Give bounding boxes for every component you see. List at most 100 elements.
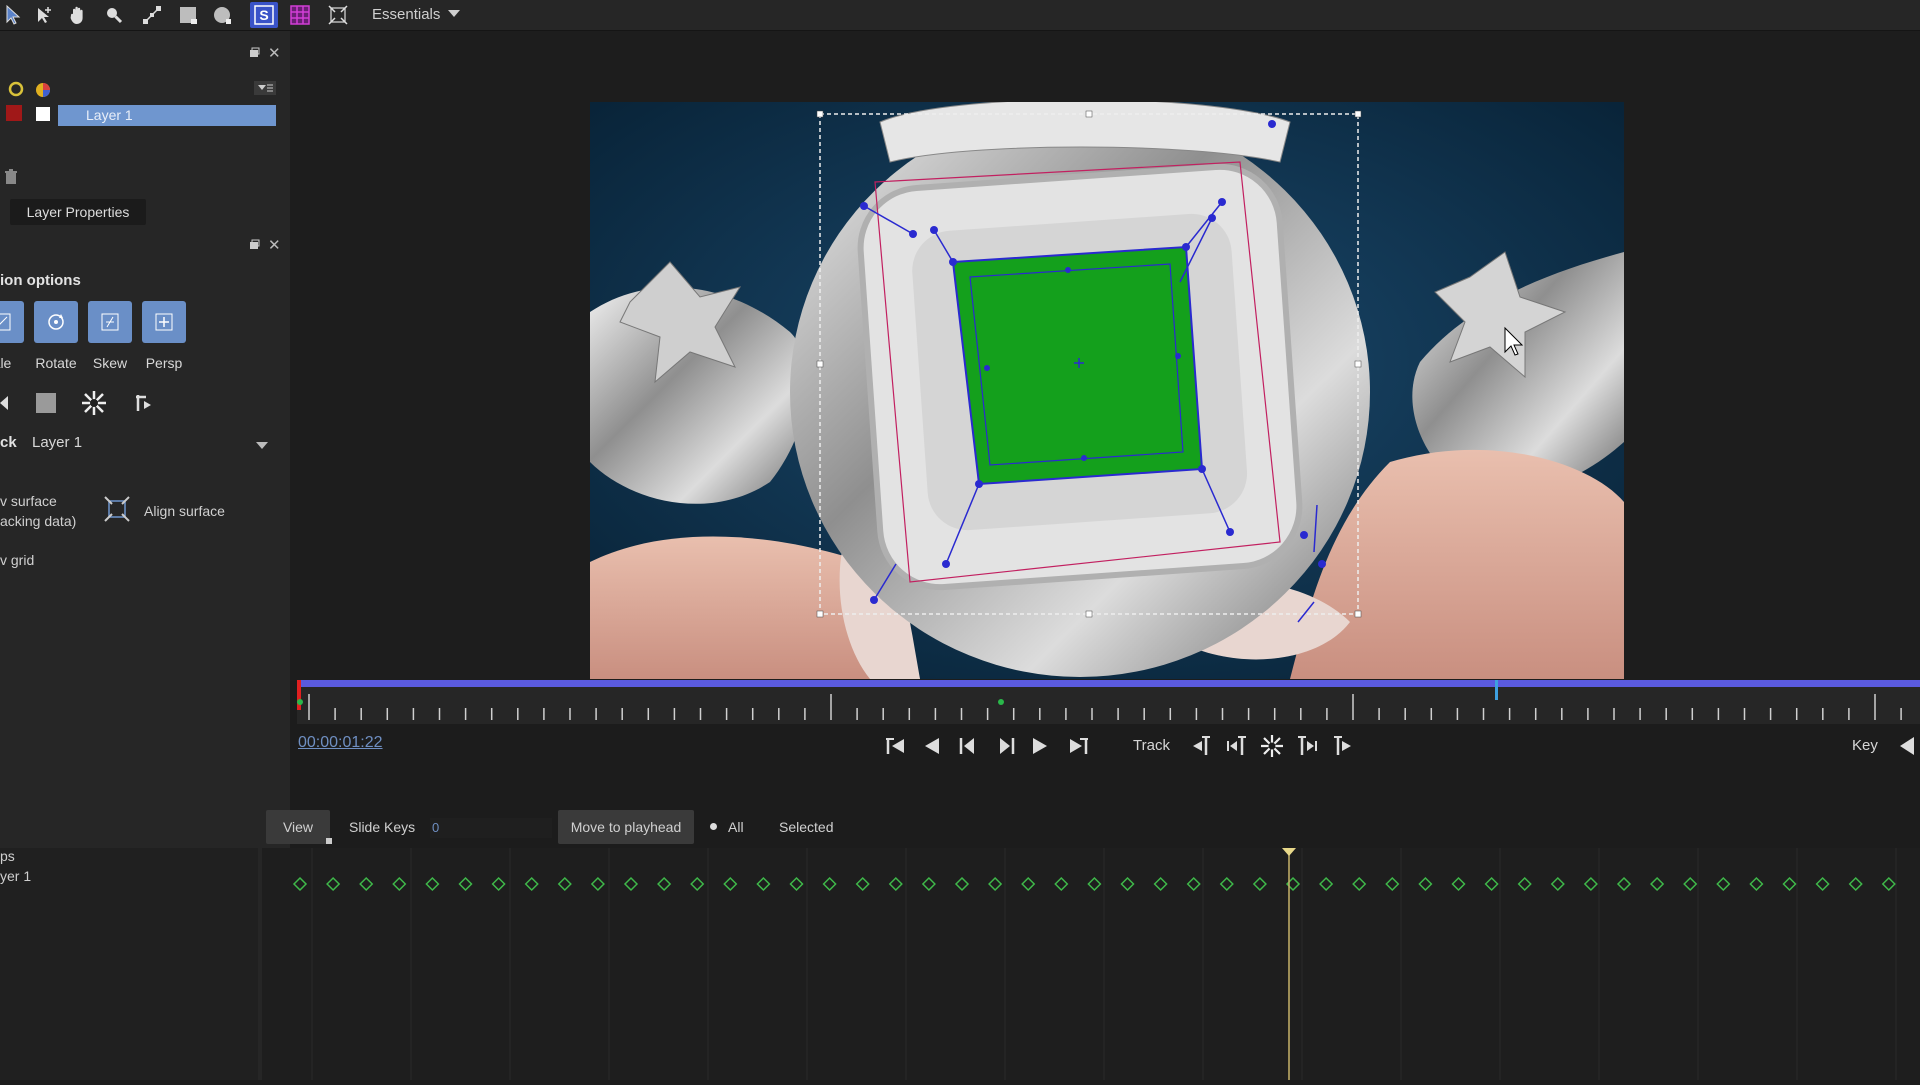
keyframe-diamond (1319, 876, 1334, 892)
skew-button[interactable] (88, 301, 132, 343)
keyframe-diamond (1120, 876, 1135, 892)
circle-icon[interactable] (208, 2, 236, 28)
list-item[interactable]: yer 1 (0, 868, 31, 884)
selected-label[interactable]: Selected (779, 810, 833, 844)
track-both-icon[interactable] (1258, 732, 1286, 760)
keyframe-diamond (392, 876, 407, 892)
rectangle-icon[interactable] (174, 2, 202, 28)
layer-white-swatch[interactable] (36, 107, 50, 121)
keyframe-diamond (1749, 876, 1764, 892)
play-backward-icon[interactable] (918, 732, 946, 760)
keyframe-diamond (822, 876, 837, 892)
step-backward-icon[interactable] (954, 732, 982, 760)
rotate-button[interactable] (34, 301, 78, 343)
show-surface-line-2: acking data) (0, 513, 77, 529)
align-surface-icon[interactable] (102, 494, 132, 524)
keyframe-diamond (921, 876, 936, 892)
keyframe-diamond (1021, 876, 1036, 892)
play-icon[interactable] (1026, 732, 1054, 760)
previous-key-icon[interactable] (1892, 732, 1920, 760)
visibility-toggle-icon[interactable] (8, 81, 24, 102)
hand-pan-icon[interactable] (64, 2, 92, 28)
keyframe-diamond (292, 876, 308, 892)
layer-name: Layer 1 (86, 107, 133, 123)
keyframe-diamond (1683, 876, 1698, 892)
track-step-backward-icon[interactable] (1222, 732, 1250, 760)
close-icon[interactable]: ✕ (268, 44, 281, 62)
track-layer-select[interactable]: Layer 1 (32, 434, 82, 451)
keyframe-diamond (1054, 876, 1069, 892)
undock-icon[interactable] (248, 47, 260, 62)
align-surface-label[interactable]: Align surface (144, 501, 225, 521)
trash-icon[interactable] (4, 169, 18, 190)
layer-row[interactable]: Layer 1 (58, 105, 276, 126)
show-grid-label[interactable]: v grid (0, 550, 34, 570)
go-to-end-icon[interactable] (1064, 732, 1092, 760)
all-radio[interactable] (710, 823, 717, 830)
scale-button[interactable] (0, 301, 24, 343)
panel-menu-icon[interactable] (254, 81, 276, 100)
layer-properties-tab[interactable]: Layer Properties (10, 199, 146, 225)
keyframe-diamond (789, 876, 804, 892)
arrow-select-icon[interactable] (0, 2, 28, 28)
mirror-icon[interactable] (0, 389, 18, 417)
track-backward-icon[interactable] (1186, 732, 1214, 760)
video-canvas[interactable] (590, 102, 1624, 679)
move-to-playhead-button[interactable]: Move to playhead (558, 810, 694, 844)
track-burst-icon[interactable] (80, 389, 108, 417)
track-label: Track (1133, 737, 1170, 754)
show-surface-line-1: v surface (0, 493, 57, 509)
playhead-marker[interactable] (1282, 848, 1296, 856)
zoom-icon[interactable] (100, 2, 128, 28)
keyframe-diamond (359, 876, 374, 892)
list-item[interactable]: ps (0, 848, 15, 864)
workspace-selector-label[interactable]: Essentials (372, 6, 440, 23)
layer-color-swatch[interactable] (6, 105, 22, 121)
track-forward-icon[interactable] (130, 389, 158, 417)
key-label: Key (1852, 737, 1878, 754)
keyframe-track-area[interactable] (262, 848, 1920, 1080)
node-select-icon[interactable] (30, 2, 58, 28)
corner-pin-icon[interactable] (324, 2, 352, 28)
chevron-down-icon[interactable] (448, 10, 460, 17)
track-forward-icon[interactable] (1330, 732, 1358, 760)
keyframe-diamond (425, 876, 440, 892)
svg-text:S: S (259, 7, 268, 23)
keyframe-diamond (326, 876, 341, 892)
view-dropdown-corner[interactable] (326, 838, 332, 844)
skew-label: Skew (92, 355, 128, 371)
keyframe-diamond (1848, 876, 1863, 892)
keyframe-diamond (1583, 876, 1598, 892)
grid-icon[interactable] (286, 2, 314, 28)
chevron-down-icon[interactable] (256, 442, 268, 449)
keyframe-diamond (954, 876, 970, 892)
track-step-forward-icon[interactable] (1294, 732, 1322, 760)
keyframe-diamond (1219, 876, 1234, 892)
reset-square-icon[interactable] (32, 389, 60, 417)
timecode-display[interactable]: 00:00:01:22 (298, 734, 383, 752)
keyframe-diamond (524, 876, 539, 892)
timeline-track (297, 680, 1920, 724)
close-icon[interactable]: ✕ (268, 236, 281, 254)
track-label: ck (0, 434, 17, 451)
view-button[interactable]: View (266, 810, 330, 844)
perspective-button[interactable] (142, 301, 186, 343)
slide-keys-input[interactable]: 0 (430, 818, 552, 838)
keyframe-diamond (1451, 876, 1466, 892)
keyframe-diamond (690, 876, 705, 892)
keyframe-diamond (458, 876, 473, 892)
transform-icon[interactable] (138, 2, 166, 28)
keyframe-diamond (988, 876, 1003, 892)
viewer-area (290, 31, 1920, 681)
color-wheel-icon[interactable] (34, 81, 52, 104)
step-forward-icon[interactable] (992, 732, 1020, 760)
all-label[interactable]: All (728, 810, 744, 844)
go-to-start-icon[interactable] (882, 732, 910, 760)
undock-icon[interactable] (248, 239, 260, 254)
keyframe-diamond (491, 876, 506, 892)
keyframe-diamond (1782, 876, 1797, 892)
rotate-label: Rotate (35, 355, 77, 371)
timeline-ruler[interactable] (297, 680, 1920, 724)
show-surface-label[interactable]: v surface acking data) (0, 491, 76, 531)
surface-s-icon[interactable]: S (250, 2, 278, 28)
